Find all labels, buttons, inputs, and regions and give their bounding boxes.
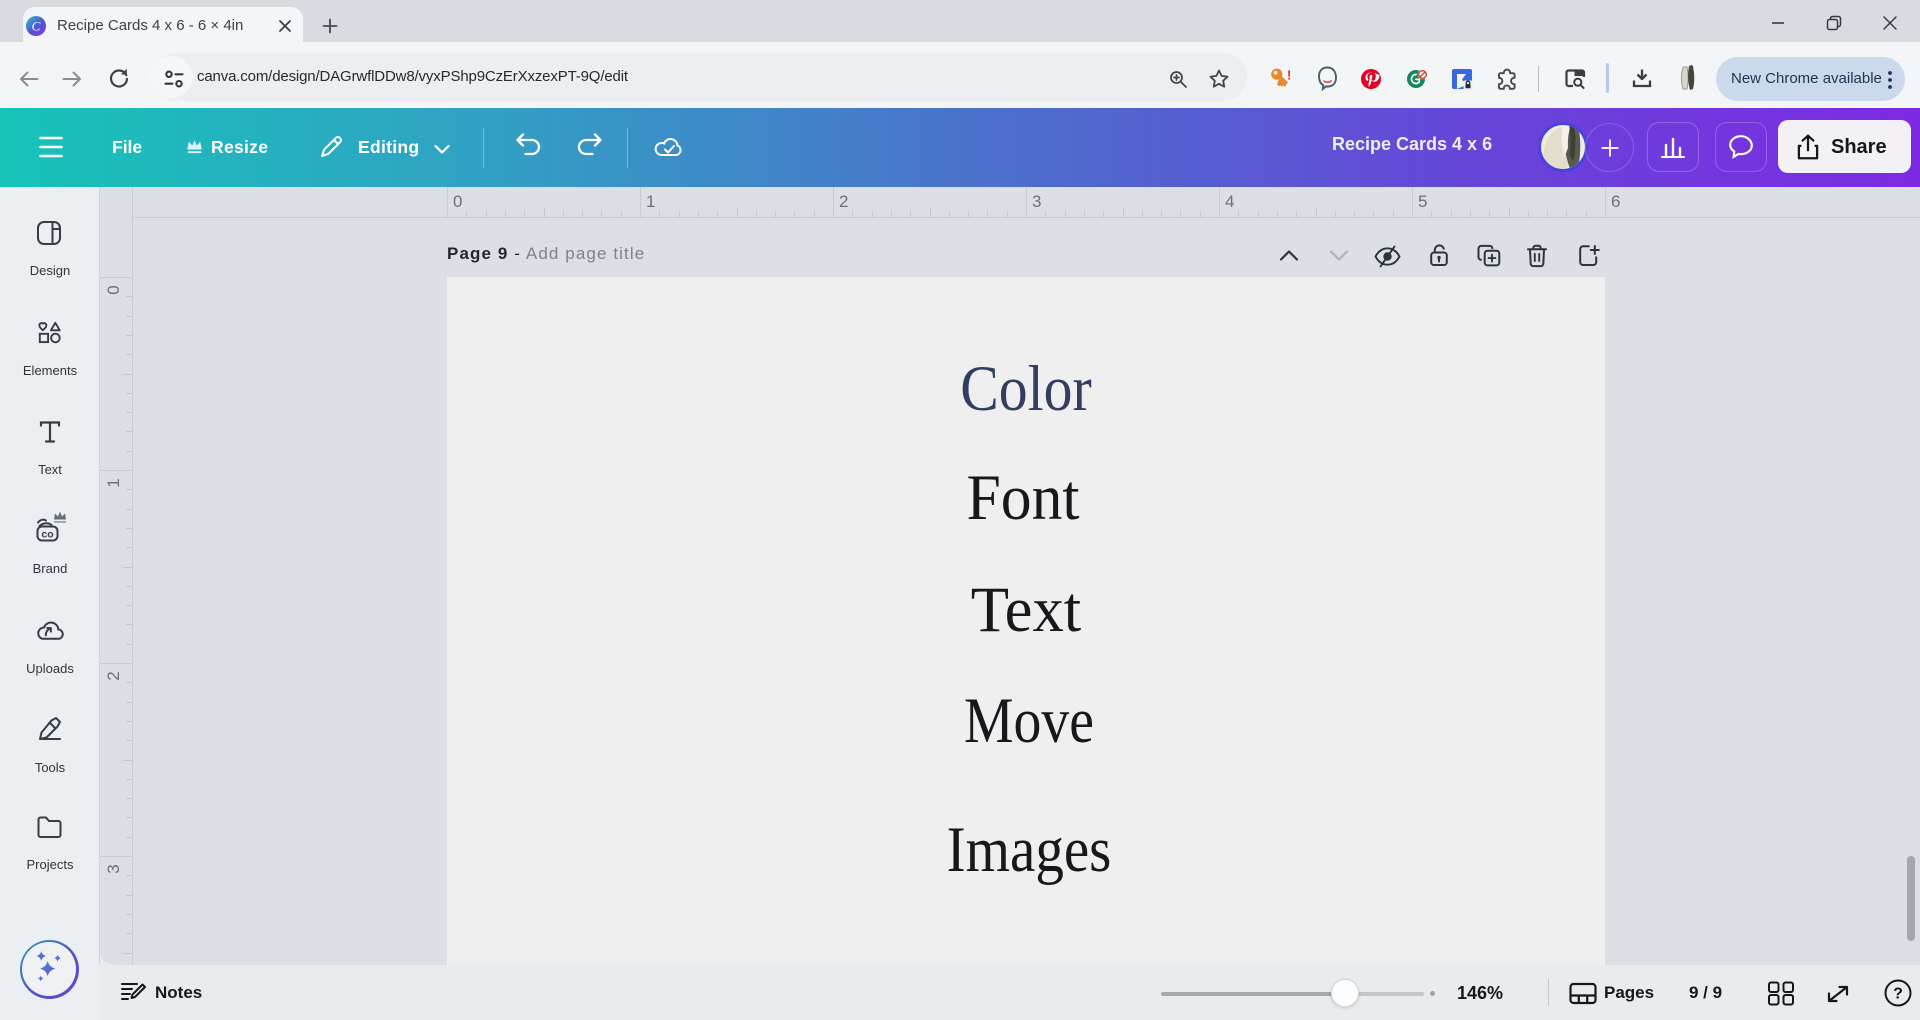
svg-text:?: ? <box>1893 986 1903 1003</box>
svg-text:co: co <box>41 529 53 541</box>
svg-text:C: C <box>32 19 41 34</box>
svg-text:!: ! <box>1287 68 1291 83</box>
